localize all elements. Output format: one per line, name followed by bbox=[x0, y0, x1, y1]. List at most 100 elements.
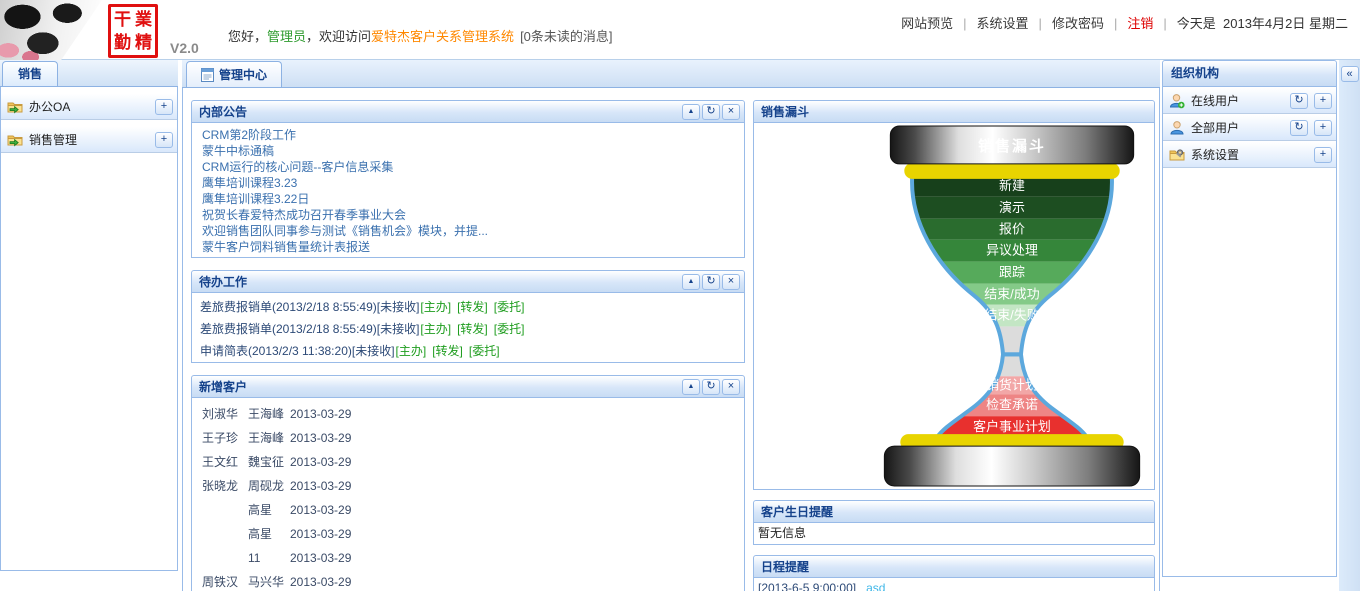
main-right-column: 销售漏斗 bbox=[753, 100, 1155, 591]
top-nav: 网站预览|系统设置|修改密码|注销|今天是 2013年4月2日 星期二 bbox=[901, 13, 1348, 32]
change-password-link[interactable]: 修改密码 bbox=[1052, 16, 1104, 31]
announcement-link[interactable]: 欢迎销售团队同事参与测试《销售机会》模块，并提... bbox=[202, 223, 736, 239]
refresh-icon[interactable]: ↻ bbox=[1290, 93, 1308, 109]
funnel-stage-label: 结束/失败 bbox=[984, 307, 1039, 322]
customer-row[interactable]: 王子珍王海峰2013-03-29 bbox=[202, 426, 736, 450]
today-label: 今天是 bbox=[1177, 16, 1216, 31]
panel-header: 新增客户 ▲ ↻ × bbox=[192, 376, 744, 398]
customer-name: 王文红 bbox=[202, 450, 246, 474]
sidebar-item-online-users[interactable]: 在线用户 ↻ + bbox=[1163, 87, 1336, 114]
announcement-link[interactable]: 祝贺长春爱特杰成功召开春季事业大会 bbox=[202, 207, 736, 223]
funnel-stage-label: 检查承诺 bbox=[986, 397, 1038, 412]
sidebar-item-office-oa[interactable]: 办公OA + bbox=[1, 93, 177, 120]
salesman-name: 王海峰 bbox=[248, 402, 288, 426]
forward-link[interactable]: [转发] bbox=[432, 344, 463, 358]
sidebar-item-all-users[interactable]: 全部用户 ↻ + bbox=[1163, 114, 1336, 141]
org-sidebar-title: 组织机构 bbox=[1163, 61, 1336, 87]
sidebar-item-sales-management[interactable]: 销售管理 + bbox=[1, 126, 177, 153]
left-sidebar: 销售 办公OA + 销售管理 + bbox=[0, 60, 178, 591]
customer-name: 王子珍 bbox=[202, 426, 246, 450]
close-icon[interactable]: × bbox=[722, 104, 740, 120]
forward-link[interactable]: [转发] bbox=[457, 322, 488, 336]
salesman-name: 高星 bbox=[248, 498, 288, 522]
expand-button[interactable]: + bbox=[1314, 147, 1332, 163]
announcement-link[interactable]: 蒙牛客户饲料销售量统计表报送 bbox=[202, 239, 736, 255]
expand-button[interactable]: + bbox=[1314, 93, 1332, 109]
refresh-icon[interactable]: ↻ bbox=[702, 379, 720, 395]
sidebar-item-label: 全部用户 bbox=[1191, 119, 1284, 136]
collapse-icon[interactable]: ▲ bbox=[682, 104, 700, 120]
panel-header: 销售漏斗 bbox=[754, 101, 1154, 123]
refresh-icon[interactable]: ↻ bbox=[702, 274, 720, 290]
expand-button[interactable]: + bbox=[155, 132, 173, 148]
panel-announcements: 内部公告 ▲ ↻ × CRM第2阶段工作 蒙牛中标通稿 CRM运行的核心问题--… bbox=[191, 100, 745, 258]
panel-header: 内部公告 ▲ ↻ × bbox=[192, 101, 744, 123]
host-link[interactable]: [主办] bbox=[396, 344, 427, 358]
created-date: 2013-03-29 bbox=[290, 450, 736, 474]
tab-sales[interactable]: 销售 bbox=[2, 61, 58, 86]
funnel-body: 新建 演示 报价 异议处理 跟踪 结束/成功 结束/失败 销货计划 检查承诺 客… bbox=[754, 123, 1154, 489]
todo-item: 差旅费报销单(2013/2/18 8:55:49)[未接收][主办] [转发] [委… bbox=[200, 296, 736, 318]
close-icon[interactable]: × bbox=[722, 379, 740, 395]
panel-new-customers: 新增客户 ▲ ↻ × 刘淑华王海峰2013-03-29 王子珍王海峰2013-0… bbox=[191, 375, 745, 591]
announcement-list: CRM第2阶段工作 蒙牛中标通稿 CRM运行的核心问题--客户信息采集 鹰隼培训… bbox=[192, 123, 744, 257]
customer-name bbox=[202, 498, 246, 522]
panel-schedule-reminder: 日程提醒 [2013-6-5 9:00:00]asd bbox=[753, 555, 1155, 591]
refresh-icon[interactable]: ↻ bbox=[702, 104, 720, 120]
collapse-icon[interactable]: ▲ bbox=[682, 274, 700, 290]
version-label: V2.0 bbox=[170, 40, 199, 56]
customer-row[interactable]: 王文红魏宝征2013-03-29 bbox=[202, 450, 736, 474]
panel-title: 日程提醒 bbox=[761, 558, 809, 575]
panel-todo: 待办工作 ▲ ↻ × 差旅费报销单(2013/2/18 8:55:49)[未接收… bbox=[191, 270, 745, 363]
expand-button[interactable]: + bbox=[1314, 120, 1332, 136]
site-preview-link[interactable]: 网站预览 bbox=[901, 16, 953, 31]
customer-row[interactable]: 刘淑华王海峰2013-03-29 bbox=[202, 402, 736, 426]
announcement-link[interactable]: 鹰隼培训课程3.22日 bbox=[202, 191, 736, 207]
nav-separator: | bbox=[1163, 16, 1166, 31]
panel-title: 待办工作 bbox=[199, 273, 247, 290]
welcome-middle: ，欢迎访问 bbox=[306, 29, 371, 44]
customer-row[interactable]: 高星2013-03-29 bbox=[202, 498, 736, 522]
customer-row[interactable]: 高星2013-03-29 bbox=[202, 522, 736, 546]
forward-link[interactable]: [转发] bbox=[457, 300, 488, 314]
created-date: 2013-03-29 bbox=[290, 498, 736, 522]
announcement-link[interactable]: 鹰隼培训课程3.23 bbox=[202, 175, 736, 191]
tab-management-center[interactable]: 管理中心 bbox=[186, 61, 282, 87]
collapse-sidebar-icon[interactable]: « bbox=[1341, 66, 1359, 82]
funnel-yellow-band-top bbox=[904, 163, 1119, 179]
customer-row[interactable]: 112013-03-29 bbox=[202, 546, 736, 570]
sidebar-accordion: 办公OA + 销售管理 + bbox=[0, 87, 178, 571]
document-icon bbox=[201, 68, 214, 82]
unread-count[interactable]: [0条未读的消息] bbox=[520, 29, 612, 44]
welcome-greeting: 您好， bbox=[228, 29, 267, 44]
host-link[interactable]: [主办] bbox=[420, 322, 451, 336]
delegate-link[interactable]: [委托] bbox=[469, 344, 500, 358]
close-icon[interactable]: × bbox=[722, 274, 740, 290]
delegate-link[interactable]: [委托] bbox=[494, 300, 525, 314]
customer-row[interactable]: 张晓龙周砚龙2013-03-29 bbox=[202, 474, 736, 498]
funnel-stage-label: 跟踪 bbox=[999, 265, 1025, 280]
top-header: 干 業 勤 精 V2.0 您好，管理员，欢迎访问爱特杰客户关系管理系统[0条未读… bbox=[0, 0, 1360, 60]
todo-text[interactable]: 申请简表(2013/2/3 11:38:20)[未接收] bbox=[200, 344, 395, 358]
customer-row[interactable]: 周铁汉马兴华2013-03-29 bbox=[202, 570, 736, 591]
host-link[interactable]: [主办] bbox=[420, 300, 451, 314]
folder-arrow-icon bbox=[7, 99, 23, 115]
system-settings-link[interactable]: 系统设置 bbox=[977, 16, 1029, 31]
schedule-link[interactable]: asd bbox=[866, 581, 885, 591]
sidebar-item-label: 在线用户 bbox=[1191, 92, 1284, 109]
sidebar-item-system-settings[interactable]: 系统设置 + bbox=[1163, 141, 1336, 168]
todo-text[interactable]: 差旅费报销单(2013/2/18 8:55:49)[未接收] bbox=[200, 322, 419, 336]
tab-label: 管理中心 bbox=[219, 66, 267, 83]
todo-text[interactable]: 差旅费报销单(2013/2/18 8:55:49)[未接收] bbox=[200, 300, 419, 314]
announcement-link[interactable]: CRM第2阶段工作 bbox=[202, 127, 736, 143]
announcement-link[interactable]: CRM运行的核心问题--客户信息采集 bbox=[202, 159, 736, 175]
refresh-icon[interactable]: ↻ bbox=[1290, 120, 1308, 136]
panel-header: 待办工作 ▲ ↻ × bbox=[192, 271, 744, 293]
announcement-link[interactable]: 蒙牛中标通稿 bbox=[202, 143, 736, 159]
salesman-name: 王海峰 bbox=[248, 426, 288, 450]
delegate-link[interactable]: [委托] bbox=[494, 322, 525, 336]
online-user-icon bbox=[1169, 93, 1185, 109]
expand-button[interactable]: + bbox=[155, 99, 173, 115]
collapse-icon[interactable]: ▲ bbox=[682, 379, 700, 395]
logout-link[interactable]: 注销 bbox=[1127, 16, 1153, 31]
